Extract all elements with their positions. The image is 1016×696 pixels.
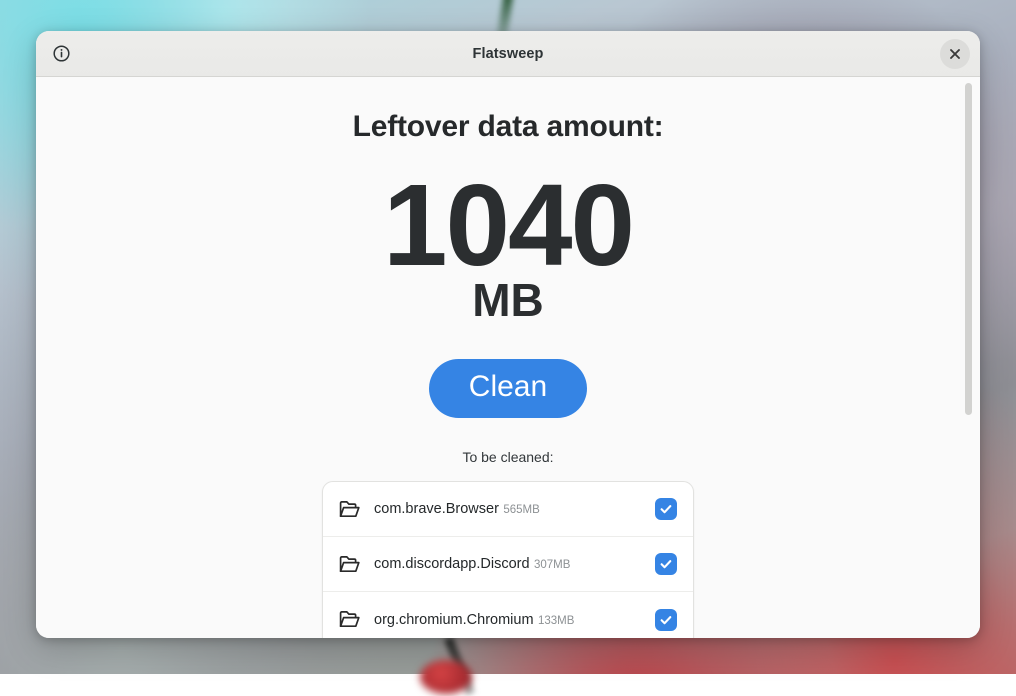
window-title: Flatsweep (472, 45, 544, 62)
window-headerbar: Flatsweep (36, 31, 980, 77)
page-title: Leftover data amount: (352, 110, 664, 143)
leftover-amount: 1040 MB (36, 160, 980, 326)
folder-open-icon (337, 552, 361, 576)
list-item[interactable]: com.discordapp.Discord 307MB (323, 537, 693, 592)
clean-button[interactable]: Clean (428, 359, 588, 418)
clean-list: com.brave.Browser 565MB com.discordapp.D… (322, 481, 694, 638)
list-item[interactable]: com.brave.Browser 565MB (323, 482, 693, 537)
wallpaper-flower-bud (420, 660, 472, 694)
list-item-checkbox[interactable] (655, 608, 677, 631)
list-item-name: org.chromium.Chromium (374, 611, 534, 628)
leftover-amount-unit: MB (472, 274, 544, 326)
list-item-size: 565MB (503, 504, 540, 516)
close-icon[interactable] (940, 38, 970, 69)
list-item-name: com.discordapp.Discord (374, 556, 530, 572)
list-item-checkbox[interactable] (655, 498, 677, 520)
info-circle-icon[interactable] (46, 39, 76, 69)
to-be-cleaned-label: To be cleaned: (462, 449, 554, 465)
window-content: Leftover data amount: 1040 MB Clean To b… (36, 77, 980, 638)
content-scrollbar-thumb[interactable] (965, 83, 972, 415)
list-item-name: com.brave.Browser (374, 501, 499, 517)
list-item-checkbox[interactable] (655, 553, 677, 575)
content-scrollbar[interactable] (962, 83, 975, 632)
list-item[interactable]: org.chromium.Chromium 133MB (323, 592, 693, 638)
leftover-amount-value: 1040 (382, 160, 635, 290)
flatsweep-window: Flatsweep Leftover data amount: 1040 MB … (36, 31, 980, 638)
list-item-size: 133MB (538, 614, 575, 627)
folder-open-icon (337, 497, 361, 521)
folder-open-icon (337, 608, 361, 632)
list-item-size: 307MB (534, 559, 571, 571)
